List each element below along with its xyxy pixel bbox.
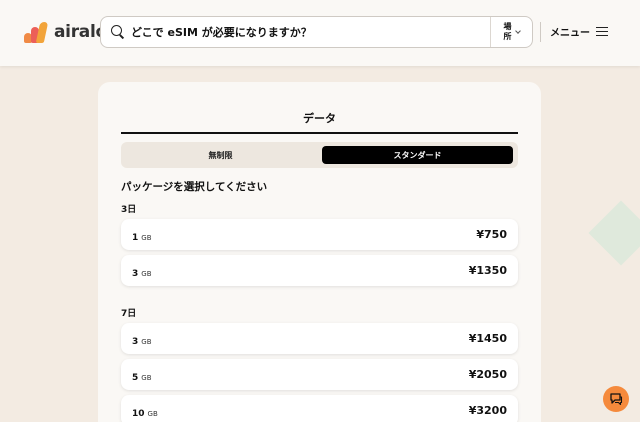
menu-button[interactable]: メニュー [550,24,608,39]
package-row[interactable]: 1 GB ¥750 [121,219,518,250]
menu-label: メニュー [550,28,590,39]
group-label-7days: 7日 [121,309,137,319]
package-price: ¥2050 [468,368,507,381]
logo-text: airalo [54,22,107,42]
package-price: ¥750 [476,228,507,241]
package-price: ¥1450 [468,332,507,345]
location-dropdown[interactable]: 場所 [490,17,532,47]
package-price: ¥1350 [468,264,507,277]
airalo-logo[interactable]: airalo [24,20,107,44]
package-row[interactable]: 3 GB ¥1450 [121,323,518,354]
logo-icon [24,21,50,43]
package-size: 1 GB [132,233,152,243]
location-label: 場所 [503,22,512,41]
toggle-unlimited[interactable]: 無制限 [125,146,316,164]
decorative-diamond [588,200,640,266]
group-label-3days: 3日 [121,205,137,215]
package-row[interactable]: 3 GB ¥1350 [121,255,518,286]
package-size: 10 GB [132,409,158,419]
search-icon [111,25,125,39]
chat-button[interactable] [603,386,629,412]
package-card: データ 無制限 スタンダード パッケージを選択してください 3日 1 GB ¥75… [98,82,541,422]
package-size: 5 GB [132,373,152,383]
search-input[interactable] [131,25,491,39]
package-row[interactable]: 10 GB ¥3200 [121,395,518,422]
hamburger-icon [596,26,608,37]
chat-icon [610,393,623,406]
package-size: 3 GB [132,337,152,347]
tab-data[interactable]: データ [121,110,518,134]
toggle-standard[interactable]: スタンダード [322,146,513,164]
plan-toggle: 無制限 スタンダード [121,142,518,168]
package-price: ¥3200 [468,404,507,417]
site-header: airalo 場所 メニュー [0,0,640,66]
search-box[interactable]: 場所 [100,16,533,48]
chevron-down-icon [515,27,521,34]
package-heading: パッケージを選択してください [121,181,268,193]
package-row[interactable]: 5 GB ¥2050 [121,359,518,390]
header-divider [540,22,541,42]
package-size: 3 GB [132,269,152,279]
